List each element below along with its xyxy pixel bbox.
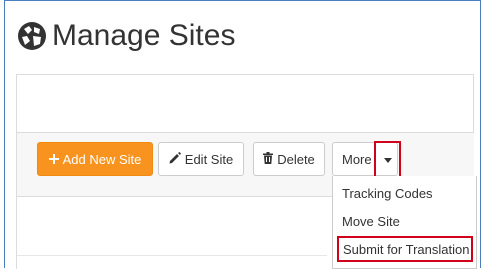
menu-item-move-site[interactable]: Move Site bbox=[333, 208, 478, 234]
globe-icon bbox=[18, 22, 46, 50]
more-dropdown-menu: Tracking Codes Move Site Submit for Tran… bbox=[332, 176, 477, 269]
divider bbox=[17, 255, 327, 256]
delete-label: Delete bbox=[277, 151, 315, 167]
pencil-icon bbox=[169, 151, 181, 167]
edit-site-label: Edit Site bbox=[184, 151, 234, 167]
more-dropdown-toggle[interactable] bbox=[374, 141, 401, 179]
menu-item-tracking-codes[interactable]: Tracking Codes bbox=[333, 180, 478, 206]
filter-panel bbox=[16, 74, 474, 132]
edit-site-button[interactable]: Edit Site bbox=[158, 142, 244, 176]
add-new-site-button[interactable]: Add New Site bbox=[37, 142, 153, 176]
page-title: Manage Sites bbox=[52, 19, 236, 52]
page-header: Manage Sites bbox=[16, 20, 235, 52]
more-label: More bbox=[342, 151, 372, 167]
plus-icon bbox=[48, 152, 59, 167]
caret-down-icon bbox=[383, 157, 392, 163]
add-new-site-label: Add New Site bbox=[62, 151, 142, 167]
trash-icon bbox=[263, 151, 274, 167]
menu-item-submit-for-translation[interactable]: Submit for Translation bbox=[337, 236, 473, 262]
delete-button[interactable]: Delete bbox=[253, 142, 325, 176]
